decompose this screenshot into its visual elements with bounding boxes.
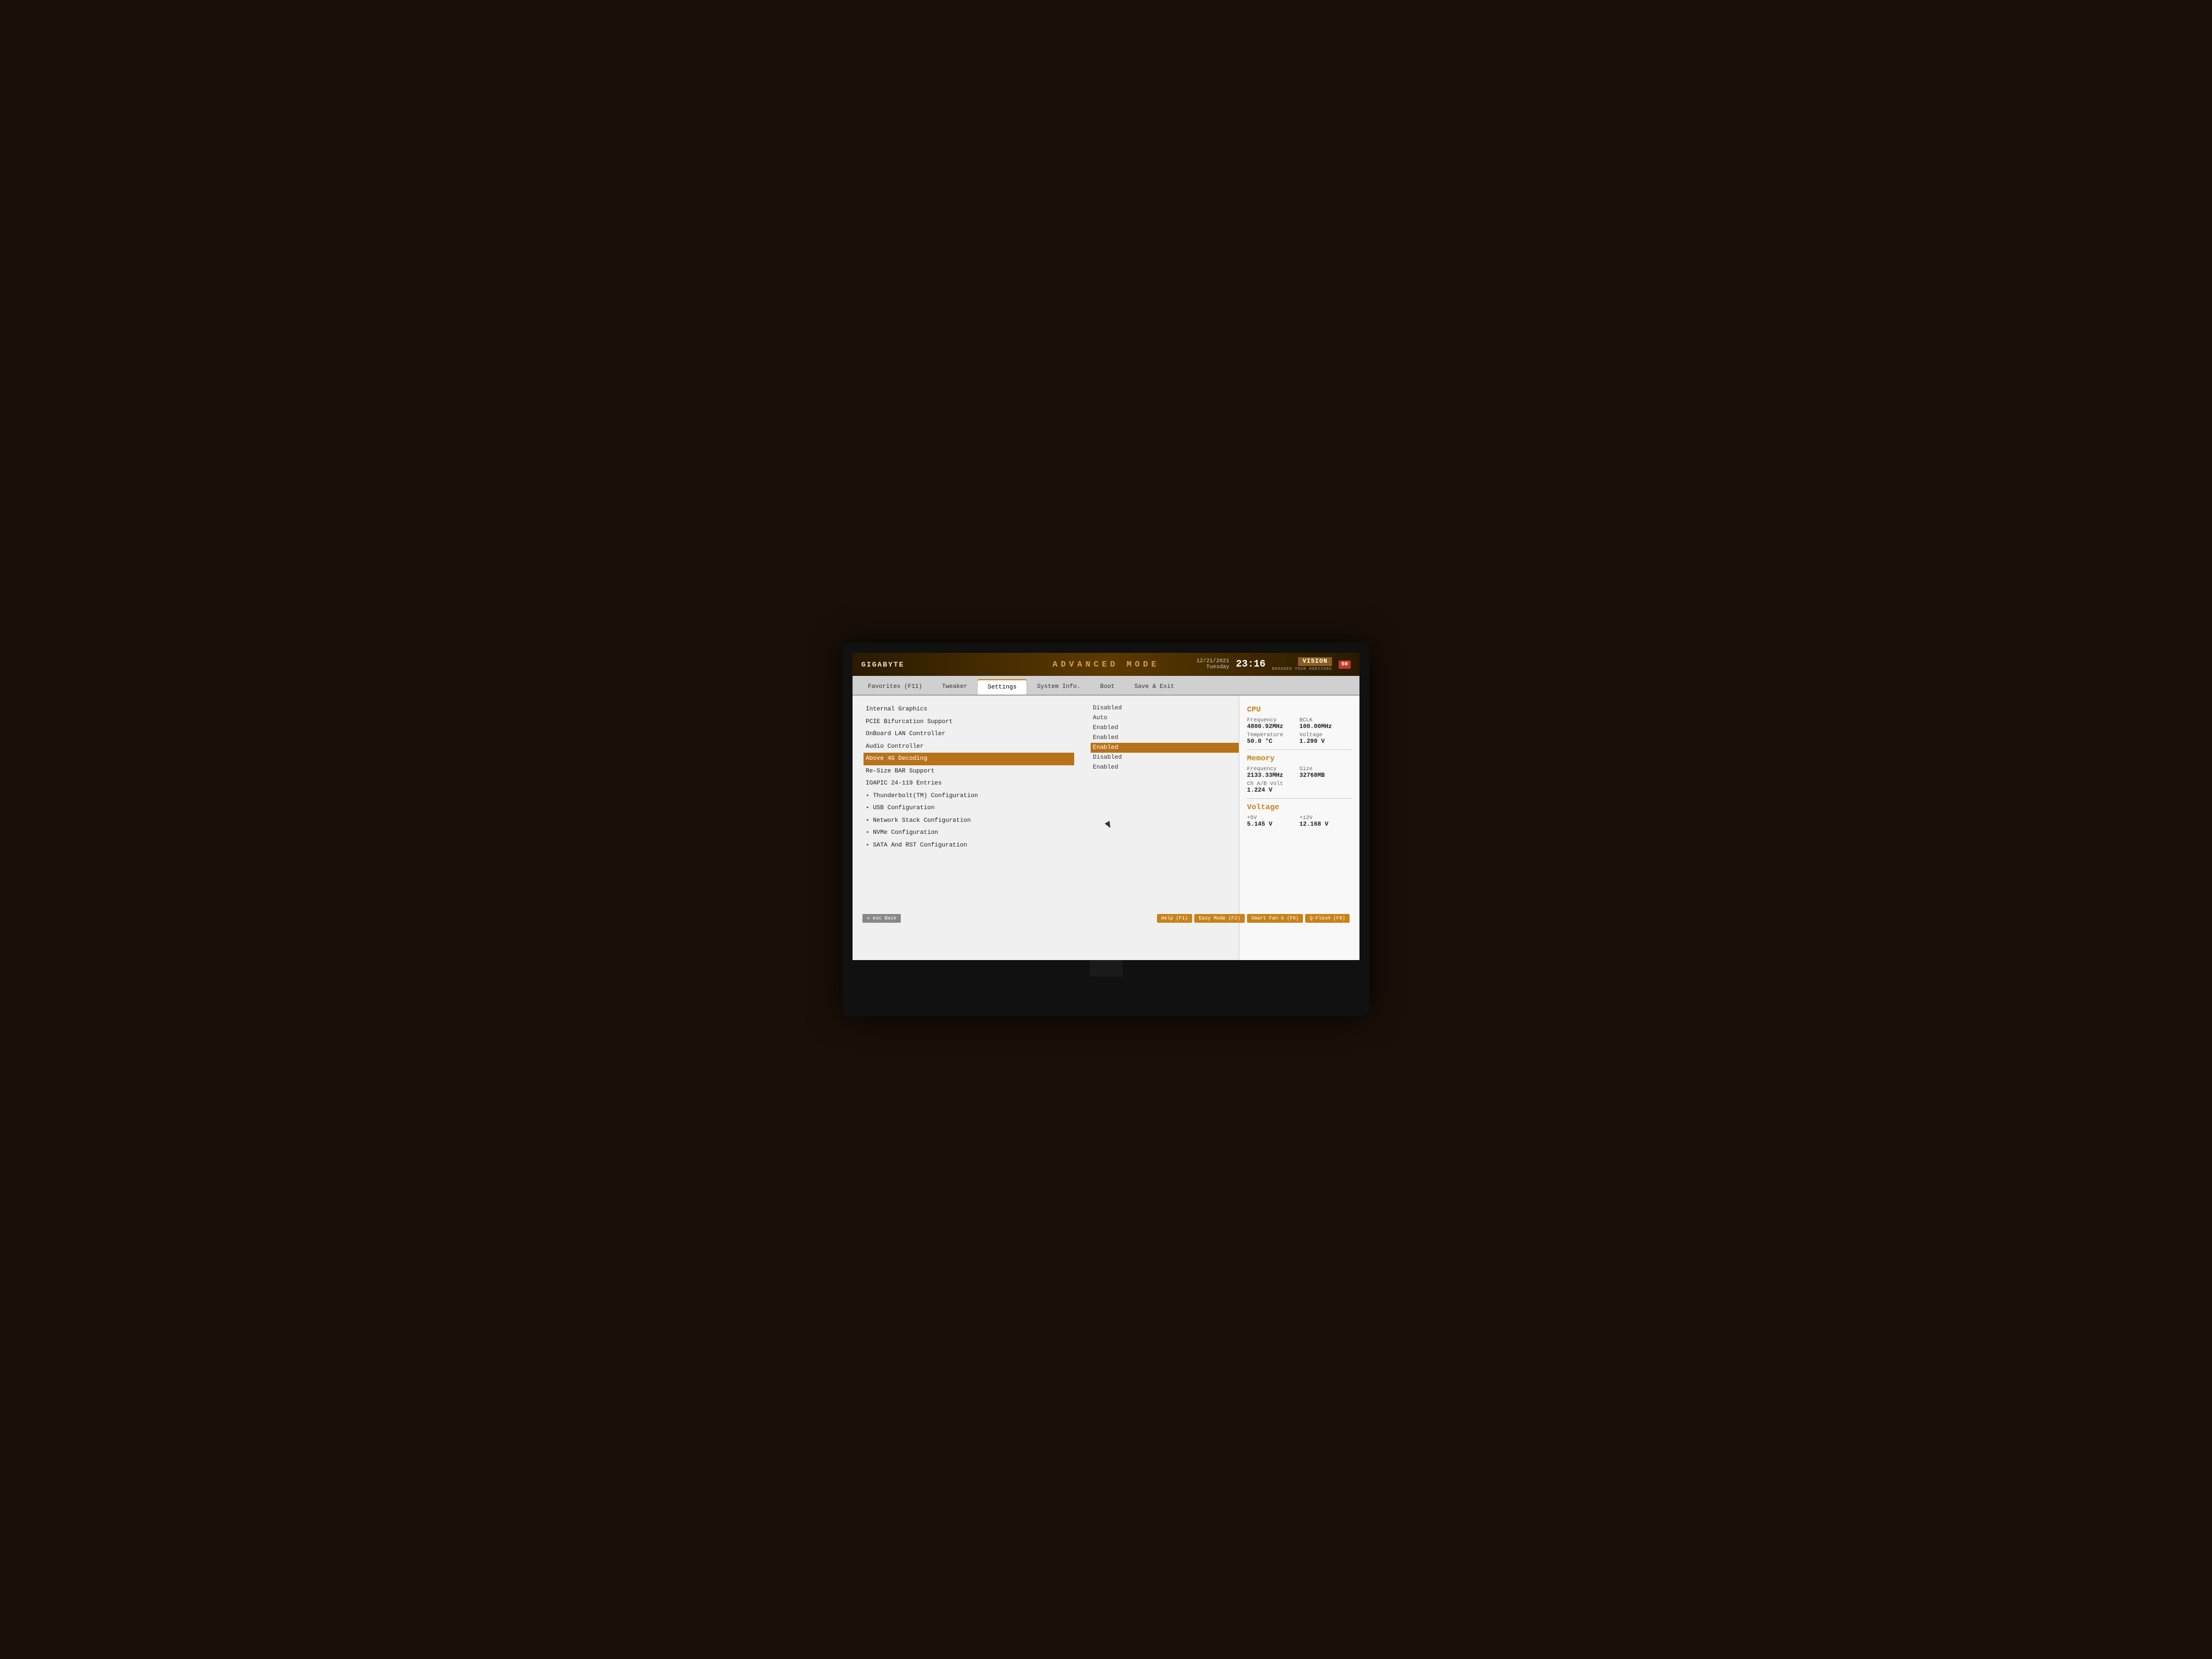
menu-item-usb[interactable]: USB Configuration [864, 802, 1074, 815]
qflash-button[interactable]: Q-Flash (F8) [1305, 914, 1350, 923]
volt-12v-label: +12V [1300, 815, 1352, 821]
nav-tabs: Favorites (F11) Tweaker Settings System … [853, 676, 1359, 696]
cpu-temp-label: Temperature [1247, 732, 1300, 738]
cpu-volt-label: Voltage [1300, 732, 1352, 738]
cpu-temp-value: 50.0 °C [1247, 738, 1300, 745]
header-bar: GIGABYTE ADVANCED MODE 12/21/2021 Tuesda… [853, 653, 1359, 676]
menu-item-network-stack[interactable]: Network Stack Configuration [864, 815, 1074, 827]
val-enabled-1[interactable]: Enabled [1091, 723, 1233, 733]
day-label: Tuesday [1197, 664, 1229, 670]
val-enabled-3[interactable]: Enabled [1091, 763, 1233, 772]
datetime-display: 12/21/2021 Tuesday [1197, 658, 1229, 670]
menu-item-sata-rst[interactable]: SATA And RST Configuration [864, 839, 1074, 852]
tab-boot[interactable]: Boot [1090, 679, 1124, 695]
tab-systeminfo[interactable]: System Info. [1027, 679, 1090, 695]
menu-item-above4g[interactable]: Above 4G Decoding [864, 753, 1074, 765]
menu-item-internal-graphics[interactable]: Internal Graphics [864, 703, 1074, 716]
esc-back-button[interactable]: « esc Back [862, 914, 901, 923]
menu-item-ioapic[interactable]: IOAPIC 24-119 Entries [864, 777, 1074, 790]
volt-5v-value: 5.145 V [1247, 821, 1300, 828]
mem-size-label: Size [1300, 766, 1352, 772]
mem-freq-value: 2133.33MHz [1247, 772, 1300, 779]
tab-saveexit[interactable]: Save & Exit [1125, 679, 1184, 695]
cpu-bclk-label: BCLK [1300, 718, 1352, 724]
cpu-bclk-value: 100.00MHz [1300, 724, 1352, 730]
menu-item-nvme[interactable]: NVMe Configuration [864, 827, 1074, 839]
brand-label: GIGABYTE [861, 661, 904, 669]
volt-12v-value: 12.168 V [1300, 821, 1352, 828]
volt-5v-label: +5V [1247, 815, 1300, 821]
val-disabled-2[interactable]: Disabled [1091, 753, 1233, 763]
val-auto[interactable]: Auto [1091, 713, 1233, 723]
tab-tweaker[interactable]: Tweaker [932, 679, 977, 695]
cpu-freq-value: 4800.92MHz [1247, 724, 1300, 730]
tab-favorites[interactable]: Favorites (F11) [858, 679, 932, 695]
menu-item-pcie-bifurcation[interactable]: PCIE Bifurcation Support [864, 716, 1074, 729]
menu-item-onboard-lan[interactable]: OnBoard LAN Controller [864, 728, 1074, 741]
cpu-section-title: CPU [1247, 706, 1352, 714]
val-enabled-2[interactable]: Enabled [1091, 733, 1233, 743]
vision-label: VISION [1298, 657, 1332, 666]
date-label: 12/21/2021 [1197, 658, 1229, 664]
mem-chvolt-label: Ch A/B Volt [1247, 781, 1352, 787]
mem-chvolt-value: 1.224 V [1247, 787, 1352, 794]
clock-display: 23:16 [1236, 659, 1266, 670]
bottom-buttons-container: Help (F1) Easy Mode (F2) Smart Fan 6 (F6… [1157, 914, 1350, 923]
menu-item-thunderbolt[interactable]: Thunderbolt(TM) Configuration [864, 790, 1074, 803]
help-button[interactable]: Help (F1) [1157, 914, 1193, 923]
cpu-freq-label: Frequency [1247, 718, 1300, 724]
val-enabled-selected[interactable]: Enabled [1091, 743, 1239, 753]
mode-title: ADVANCED MODE [1052, 660, 1159, 669]
voltage-section-title: Voltage [1247, 803, 1352, 812]
fps-counter: 60 [1339, 661, 1351, 669]
memory-section-title: Memory [1247, 754, 1352, 763]
vision-sub: BROADEN YOUR HORIZONS [1272, 667, 1332, 672]
mem-freq-label: Frequency [1247, 766, 1300, 772]
easy-mode-button[interactable]: Easy Mode (F2) [1194, 914, 1245, 923]
mem-size-value: 32768MB [1300, 772, 1352, 779]
menu-item-resize-bar[interactable]: Re-Size BAR Support [864, 765, 1074, 778]
smart-fan-button[interactable]: Smart Fan 6 (F6) [1247, 914, 1303, 923]
menu-item-audio-controller[interactable]: Audio Controller [864, 741, 1074, 753]
val-disabled[interactable]: Disabled [1091, 703, 1233, 713]
cpu-volt-value: 1.299 V [1300, 738, 1352, 745]
tab-settings[interactable]: Settings [977, 679, 1027, 695]
